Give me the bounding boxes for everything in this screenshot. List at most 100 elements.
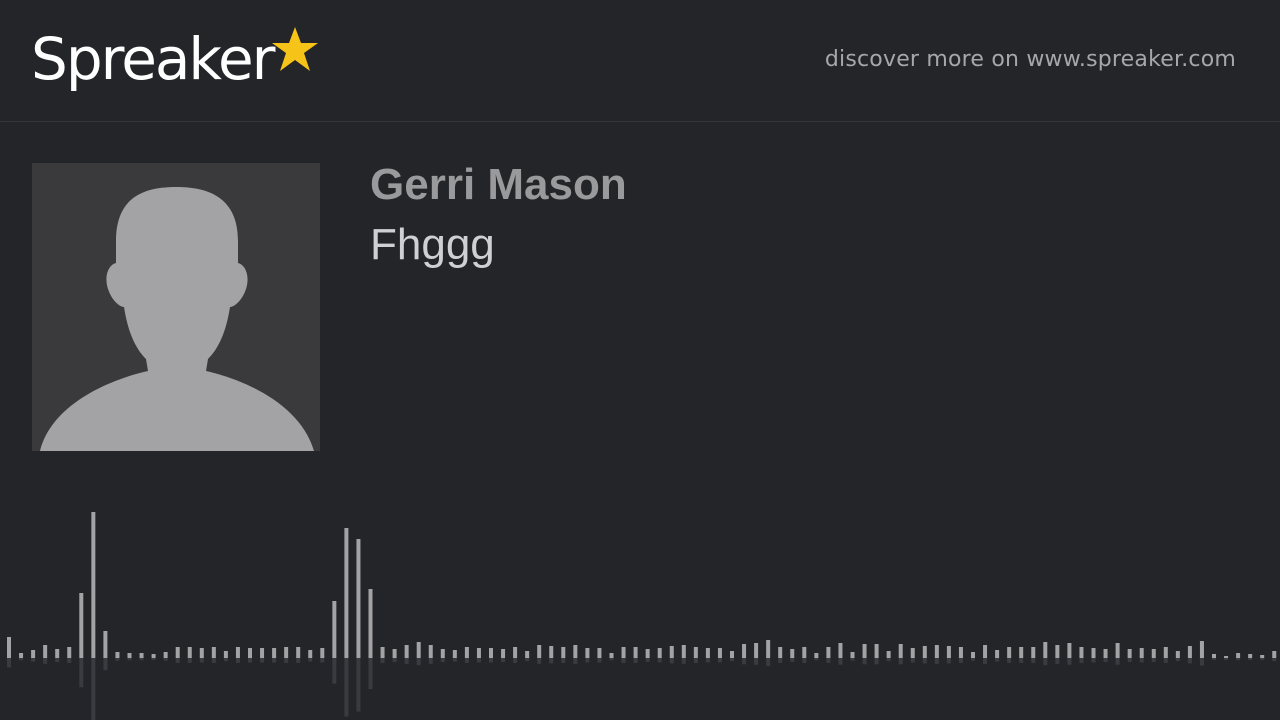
waveform-bar — [1115, 643, 1120, 658]
waveform-bar — [127, 653, 132, 658]
waveform-reflection — [79, 658, 84, 688]
waveform-reflection — [199, 658, 204, 663]
waveform-bar — [597, 648, 602, 658]
waveform-reflection — [260, 658, 265, 663]
waveform-bar — [452, 650, 457, 658]
waveform-bar — [549, 646, 554, 658]
waveform-reflection — [151, 658, 156, 660]
waveform-reflection — [1055, 658, 1060, 664]
waveform-reflection — [235, 658, 240, 663]
discover-more-link[interactable]: discover more on www.spreaker.com — [825, 47, 1236, 72]
waveform-reflection — [103, 658, 108, 671]
waveform-reflection — [392, 658, 397, 663]
waveform-reflection — [1115, 658, 1120, 665]
waveform-reflection — [669, 658, 674, 664]
waveform-reflection — [645, 658, 650, 663]
waveform-reflection — [525, 658, 530, 662]
waveform-bar — [1043, 642, 1048, 658]
waveform-reflection — [187, 658, 192, 663]
waveform-reflection — [922, 658, 927, 664]
waveform-reflection — [705, 658, 710, 663]
waveform-reflection — [19, 658, 24, 661]
waveform-reflection — [296, 658, 301, 663]
waveform-reflection — [573, 658, 578, 664]
waveform-bar — [235, 647, 240, 658]
waveform-bar — [814, 653, 819, 658]
waveform-bar — [115, 652, 120, 658]
waveform-reflection — [537, 658, 542, 664]
waveform-reflection — [513, 658, 518, 663]
waveform-bar — [838, 643, 843, 658]
waveform-bar — [1127, 649, 1132, 658]
waveform-reflection — [380, 658, 385, 663]
waveform-bar — [754, 643, 759, 658]
audio-waveform[interactable] — [0, 480, 1280, 720]
waveform-bar — [1091, 648, 1096, 658]
waveform-reflection — [585, 658, 590, 663]
waveform-bar — [260, 648, 265, 658]
waveform-bar — [1067, 643, 1072, 658]
waveform-reflection — [1079, 658, 1084, 663]
waveform-reflection — [163, 658, 168, 661]
waveform-bar — [139, 653, 144, 658]
waveform-bar — [958, 647, 963, 658]
waveform-reflection — [67, 658, 72, 663]
waveform-reflection — [428, 658, 433, 664]
waveform-reflection — [223, 658, 228, 662]
waveform-bar — [284, 647, 289, 658]
waveform-bar — [525, 651, 530, 658]
waveform-bar — [609, 653, 614, 658]
waveform-reflection — [730, 658, 734, 662]
waveform-bar — [91, 512, 96, 658]
waveform-bar — [428, 645, 433, 658]
waveform-bar — [1224, 656, 1229, 658]
waveform-reflection — [476, 658, 481, 663]
waveform-reflection — [43, 658, 48, 664]
waveform-bar — [476, 648, 481, 658]
waveform-reflection — [838, 658, 843, 665]
waveform-reflection — [1043, 658, 1048, 666]
waveform-bar — [199, 648, 204, 658]
waveform-reflection — [1272, 658, 1277, 662]
waveform-bar — [103, 631, 108, 658]
waveform-reflection — [175, 658, 180, 663]
waveform-reflection — [1103, 658, 1108, 663]
waveform-reflection — [561, 658, 566, 663]
waveform-bar — [573, 645, 578, 658]
waveform-bar — [223, 651, 228, 658]
waveform-reflection — [1248, 658, 1253, 660]
waveform-bar — [464, 647, 469, 658]
waveform-bar — [404, 645, 409, 658]
waveform-reflection — [91, 658, 96, 720]
header-bar: Spreaker discover more on www.spreaker.c… — [0, 0, 1280, 122]
waveform-bar — [1212, 654, 1216, 658]
waveform-reflection — [1127, 658, 1132, 663]
waveform-bar — [344, 528, 349, 658]
waveform-bar — [332, 601, 337, 658]
waveform-bar — [501, 649, 506, 658]
waveform-bar — [67, 647, 72, 658]
author-name[interactable]: Gerri Mason — [370, 160, 627, 210]
waveform-bar — [790, 649, 795, 658]
waveform-bar — [79, 593, 84, 658]
waveform-bar — [392, 649, 397, 658]
waveform-bar — [657, 648, 662, 658]
spreaker-logo[interactable]: Spreaker — [31, 22, 320, 102]
waveform-reflection — [55, 658, 60, 663]
waveform-bar — [585, 648, 590, 658]
waveform-bar — [163, 652, 168, 658]
waveform-reflection — [440, 658, 445, 663]
waveform-bar — [1031, 647, 1036, 658]
waveform-bar — [7, 637, 11, 658]
waveform-reflection — [1163, 658, 1168, 663]
waveform-bar — [705, 648, 710, 658]
waveform-reflection — [452, 658, 457, 662]
waveform-reflection — [320, 658, 325, 663]
waveform-bar — [1019, 647, 1024, 658]
waveform-bar — [693, 647, 698, 658]
avatar — [32, 163, 320, 451]
waveform-bar — [898, 644, 903, 658]
waveform-reflection — [308, 658, 313, 662]
waveform-bar — [1236, 653, 1241, 658]
waveform-bar — [296, 647, 301, 658]
